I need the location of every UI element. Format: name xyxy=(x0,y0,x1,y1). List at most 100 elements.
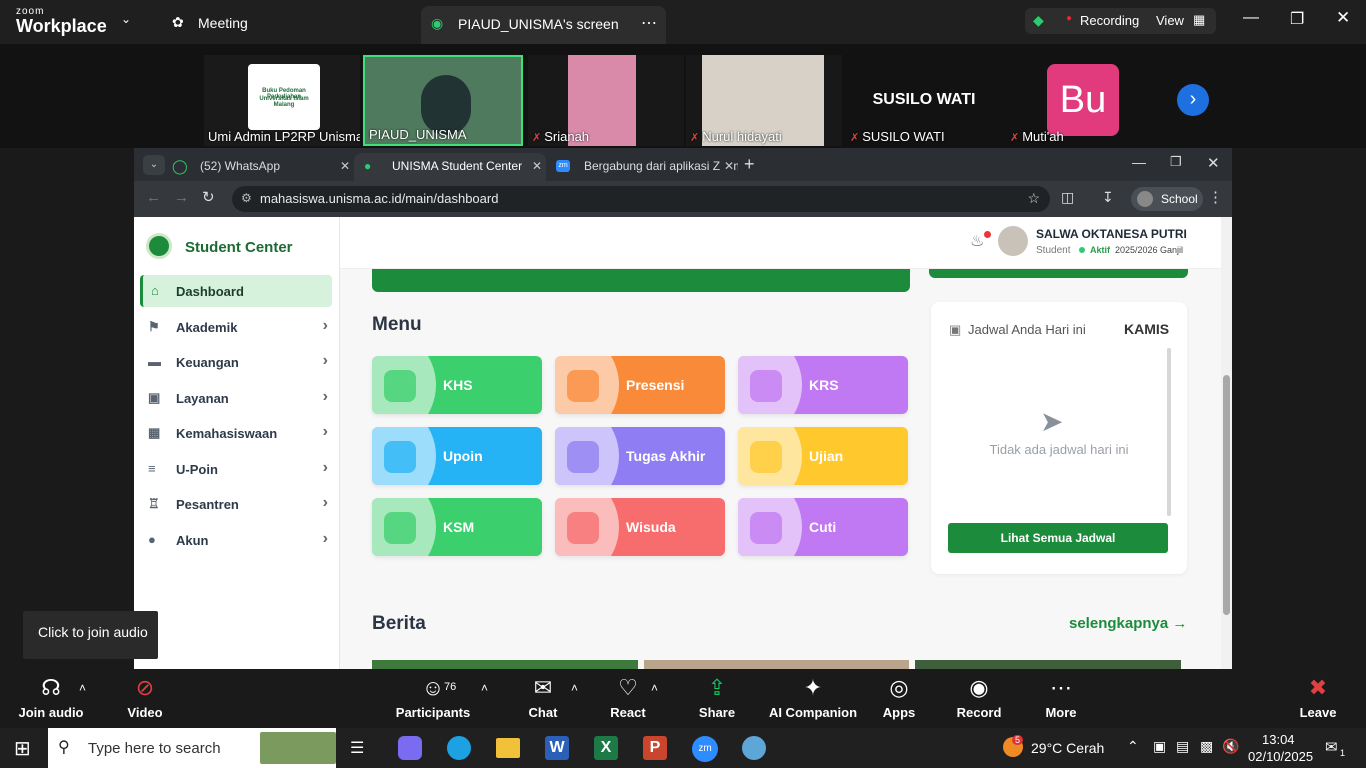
toolbar-record-button[interactable]: ◉ Record xyxy=(949,669,1009,728)
toolbar-video-button[interactable]: ⊘ Video xyxy=(115,669,175,728)
url-field[interactable]: ⚙ mahasiswa.unisma.ac.id/main/dashboard … xyxy=(232,186,1050,212)
edge-icon[interactable] xyxy=(447,736,471,760)
file-explorer-icon[interactable] xyxy=(496,738,520,758)
extensions-icon[interactable]: ◫ xyxy=(1061,189,1074,206)
chevron-up-icon[interactable]: ˄ xyxy=(79,681,86,695)
minimize-icon[interactable]: — xyxy=(1243,9,1259,27)
restore-icon[interactable]: ❐ xyxy=(1290,9,1304,29)
chevron-up-icon[interactable]: ˄ xyxy=(571,681,578,695)
toolbar-leave-button[interactable]: ✖ Leave xyxy=(1288,669,1348,728)
menu-card-wisuda[interactable]: Wisuda xyxy=(555,498,725,556)
sidebar-item-kemahasiswaan[interactable]: ▦ Kemahasiswaan › xyxy=(140,417,332,449)
tab-whatsapp[interactable]: ◯ (52) WhatsApp ✕ xyxy=(162,153,354,181)
close-icon[interactable]: ✕ xyxy=(1336,8,1350,28)
toolbar-react-button[interactable]: ♡ React xyxy=(598,669,658,728)
excel-icon[interactable]: X xyxy=(594,736,618,760)
taskbar-search[interactable]: ⚲ Type here to search xyxy=(48,728,336,768)
sidebar-item-pesantren[interactable]: ♖ Pesantren › xyxy=(140,488,332,520)
bell-icon[interactable]: ♨ xyxy=(970,231,984,251)
menu-kebab-icon[interactable]: ⋮ xyxy=(1208,188,1223,206)
menu-card-upoin[interactable]: Upoin xyxy=(372,427,542,485)
notification-center-icon[interactable]: ✉ xyxy=(1325,738,1338,756)
weather-badge: 5 xyxy=(1012,735,1024,745)
menu-card-khs[interactable]: KHS xyxy=(372,356,542,414)
meeting-label[interactable]: Meeting xyxy=(198,15,248,31)
task-view-icon[interactable]: ☰ xyxy=(350,738,364,758)
toolbar-participants-button[interactable]: ☺ Participants 76 xyxy=(388,669,478,728)
toolbar-join-audio-button[interactable]: ☊ Join audio xyxy=(11,669,91,728)
more-options-icon[interactable]: ⋯ xyxy=(641,13,657,33)
profile-button[interactable]: School xyxy=(1131,187,1203,211)
sidebar-item-akademik[interactable]: ⚑ Akademik › xyxy=(140,311,332,343)
page-scrollbar-thumb[interactable] xyxy=(1223,375,1230,615)
volume-muted-icon[interactable]: 🔇 xyxy=(1222,738,1239,755)
view-all-schedule-button[interactable]: Lihat Semua Jadwal xyxy=(948,523,1168,553)
participant-tile[interactable]: ✗ Srianah xyxy=(528,55,684,146)
participant-tile[interactable]: Bu ✗ Muti'ah xyxy=(1006,55,1162,146)
menu-card-presensi[interactable]: Presensi xyxy=(555,356,725,414)
restore-icon[interactable]: ❐ xyxy=(1170,154,1182,170)
back-icon[interactable]: ← xyxy=(146,189,161,206)
participant-display-name: SUSILO WATI xyxy=(872,91,976,108)
clock-time[interactable]: 13:04 xyxy=(1262,732,1295,747)
network-icon[interactable]: ▩ xyxy=(1200,738,1213,755)
tray-app-icon[interactable]: ▣ xyxy=(1153,738,1166,755)
participant-tile-active[interactable]: PIAUD_UNISMA xyxy=(363,55,523,146)
forward-icon[interactable]: → xyxy=(174,189,189,206)
toolbar-ai-companion-button[interactable]: ✦ AI Companion xyxy=(763,669,863,728)
news-thumbnail[interactable] xyxy=(372,660,638,669)
tab-close-icon[interactable]: ✕ xyxy=(340,159,350,173)
zoom-app-icon[interactable]: zm xyxy=(692,736,718,762)
chevron-up-icon[interactable]: ˄ xyxy=(651,681,658,695)
view-button[interactable]: View xyxy=(1156,13,1184,28)
powerpoint-icon[interactable]: P xyxy=(643,736,667,760)
schedule-scrollbar[interactable] xyxy=(1167,348,1171,516)
tray-chevron-icon[interactable]: ⌃ xyxy=(1127,738,1139,755)
toolbar-apps-button[interactable]: ◎ Apps xyxy=(869,669,929,728)
sidebar-item-layanan[interactable]: ▣ Layanan › xyxy=(140,382,332,414)
participant-tile[interactable]: ✗ Nurul hidayati xyxy=(686,55,842,146)
news-more-link[interactable]: selengkapnya → xyxy=(1069,615,1187,632)
toolbar-more-button[interactable]: ⋯ More xyxy=(1031,669,1091,728)
weather-text[interactable]: 29°C Cerah xyxy=(1031,740,1104,756)
share-screen-pill[interactable]: ◉ PIAUD_UNISMA's screen ⋯ xyxy=(421,6,666,44)
participant-tile[interactable]: SUSILO WATI ✗ SUSILO WATI xyxy=(846,55,1002,146)
menu-card-krs[interactable]: KRS xyxy=(738,356,908,414)
tab-close-icon[interactable]: ✕ xyxy=(532,159,542,173)
new-tab-icon[interactable]: + xyxy=(744,154,755,175)
sidebar-item-u-poin[interactable]: ≡ U-Poin › xyxy=(140,453,332,485)
sidebar-item-akun[interactable]: ● Akun › xyxy=(140,524,332,556)
menu-card-ujian[interactable]: Ujian xyxy=(738,427,908,485)
bookmark-star-icon[interactable]: ☆ xyxy=(1027,190,1040,207)
avatar[interactable] xyxy=(998,226,1028,256)
clock-date[interactable]: 02/10/2025 xyxy=(1248,749,1313,764)
chevron-up-icon[interactable]: ˄ xyxy=(481,681,488,695)
sidebar-item-keuangan[interactable]: ▬ Keuangan › xyxy=(140,346,332,378)
site-info-icon[interactable]: ⚙ xyxy=(241,191,252,205)
news-thumbnail[interactable] xyxy=(915,660,1181,669)
windows-start-icon[interactable]: ⊞ xyxy=(14,736,31,761)
grid-icon[interactable]: ▦ xyxy=(1193,12,1205,28)
close-icon[interactable]: ✕ xyxy=(1207,154,1220,172)
menu-card-ksm[interactable]: KSM xyxy=(372,498,542,556)
copilot-icon[interactable] xyxy=(398,736,422,760)
reload-icon[interactable]: ↻ xyxy=(202,188,215,206)
participant-tile[interactable]: Buku Pedoman Perkuliahan Universitas Isl… xyxy=(204,55,360,146)
minimize-icon[interactable]: — xyxy=(1132,154,1146,170)
tab-student-center[interactable]: ● UNISMA Student Center ✕ xyxy=(354,153,546,181)
news-thumbnail[interactable] xyxy=(644,660,909,669)
next-page-icon[interactable]: › xyxy=(1177,84,1209,116)
download-icon[interactable]: ↧ xyxy=(1102,189,1114,206)
tab-zoom[interactable]: zm Bergabung dari aplikasi Zoom W ✕ xyxy=(546,153,738,181)
tab-close-icon[interactable]: ✕ xyxy=(719,159,734,173)
menu-card-tugas-akhir[interactable]: Tugas Akhir xyxy=(555,427,725,485)
sidebar-item-dashboard[interactable]: ⌂ Dashboard xyxy=(140,275,332,307)
menu-card-cuti[interactable]: Cuti xyxy=(738,498,908,556)
shield-icon: ◆ xyxy=(1033,12,1044,28)
paint-icon[interactable] xyxy=(742,736,766,760)
word-icon[interactable]: W xyxy=(545,736,569,760)
toolbar-chat-button[interactable]: ✉ Chat xyxy=(513,669,573,728)
toolbar-share-button[interactable]: ⇪ Share xyxy=(687,669,747,728)
tray-app-icon[interactable]: ▤ xyxy=(1176,738,1189,755)
chevron-down-icon[interactable]: ⌄ xyxy=(121,12,131,26)
